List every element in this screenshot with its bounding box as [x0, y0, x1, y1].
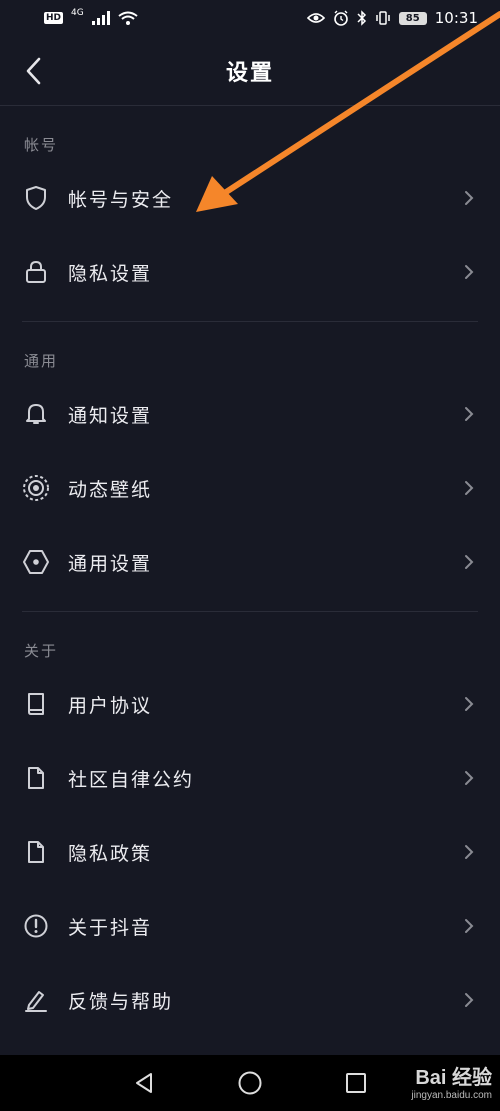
document-icon [22, 838, 50, 866]
row-label: 通知设置 [68, 404, 153, 427]
chevron-right-icon [462, 478, 476, 498]
settings-row-account-security[interactable]: 帐号与安全 [0, 161, 500, 235]
settings-row-live-wallpaper[interactable]: 动态壁纸 [0, 451, 500, 525]
nav-recents-button[interactable] [342, 1069, 370, 1097]
settings-row-about-douyin[interactable]: 关于抖音 [0, 889, 500, 963]
chevron-right-icon [462, 694, 476, 714]
section-label-about: 关于 [24, 642, 59, 660]
settings-row-notifications[interactable]: 通知设置 [0, 377, 500, 451]
triangle-back-icon [136, 1073, 152, 1093]
bell-icon [22, 400, 50, 428]
book-icon [22, 690, 50, 718]
settings-row-community-guidelines[interactable]: 社区自律公约 [0, 741, 500, 815]
chevron-right-icon [462, 404, 476, 424]
chevron-right-icon [462, 262, 476, 282]
bluetooth-icon [357, 10, 366, 26]
hd-badge: HD [44, 12, 64, 24]
alarm-icon [333, 10, 348, 26]
lock-icon [22, 258, 50, 286]
square-recents-icon [346, 1073, 366, 1093]
section-divider [22, 611, 478, 612]
status-left: HD 4G [44, 8, 138, 25]
chevron-right-icon [462, 188, 476, 208]
settings-row-general-settings[interactable]: 通用设置 [0, 525, 500, 599]
chevron-right-icon [462, 842, 476, 862]
row-label: 社区自律公约 [68, 768, 195, 791]
edit-pen-icon [22, 986, 50, 1014]
row-label: 用户协议 [68, 694, 153, 717]
document-icon [22, 764, 50, 792]
row-label: 隐私政策 [68, 842, 153, 865]
section-label-general: 通用 [24, 352, 59, 370]
info-circle-icon [22, 912, 50, 940]
network-type: 4G [71, 8, 84, 18]
settings-row-feedback-help[interactable]: 反馈与帮助 [0, 963, 500, 1037]
watermark: Bai 经验 jingyan.baidu.com [411, 1061, 492, 1101]
section-divider [22, 321, 478, 322]
section-label-account: 帐号 [24, 136, 59, 154]
page-header: 设置 [0, 36, 500, 106]
clock: 10:31 [434, 9, 478, 27]
watermark-url: jingyan.baidu.com [411, 1090, 492, 1101]
row-label: 关于抖音 [68, 916, 153, 939]
row-label: 帐号与安全 [68, 188, 174, 211]
eye-icon [306, 13, 325, 23]
chevron-right-icon [462, 552, 476, 572]
battery-indicator: 85 [398, 11, 427, 25]
shield-icon [22, 184, 50, 212]
watermark-logo: Bai 经验 [415, 1067, 492, 1089]
back-button[interactable] [18, 55, 48, 87]
system-nav-bar: Bai 经验 jingyan.baidu.com [0, 1055, 500, 1111]
chevron-right-icon [462, 916, 476, 936]
nav-back-button[interactable] [130, 1069, 158, 1097]
settings-row-user-agreement[interactable]: 用户协议 [0, 667, 500, 741]
row-label: 通用设置 [68, 552, 153, 575]
row-label: 隐私设置 [68, 262, 153, 285]
chevron-right-icon [462, 990, 476, 1010]
signal-icon [91, 11, 110, 25]
settings-row-privacy[interactable]: 隐私设置 [0, 235, 500, 309]
status-right: 85 10:31 [306, 9, 478, 27]
chevron-left-icon [26, 57, 41, 85]
circle-home-icon [238, 1071, 262, 1095]
settings-row-privacy-policy[interactable]: 隐私政策 [0, 815, 500, 889]
nav-home-button[interactable] [236, 1069, 264, 1097]
header-divider [0, 105, 500, 106]
live-wallpaper-icon [22, 474, 50, 502]
vibrate-icon [376, 11, 390, 25]
hexagon-settings-icon [22, 548, 50, 576]
wifi-icon [118, 11, 138, 25]
chevron-right-icon [462, 768, 476, 788]
row-label: 反馈与帮助 [68, 990, 174, 1013]
status-bar: HD 4G 85 10:31 [0, 0, 500, 36]
page-title: 设置 [225, 61, 274, 86]
row-label: 动态壁纸 [68, 478, 153, 501]
